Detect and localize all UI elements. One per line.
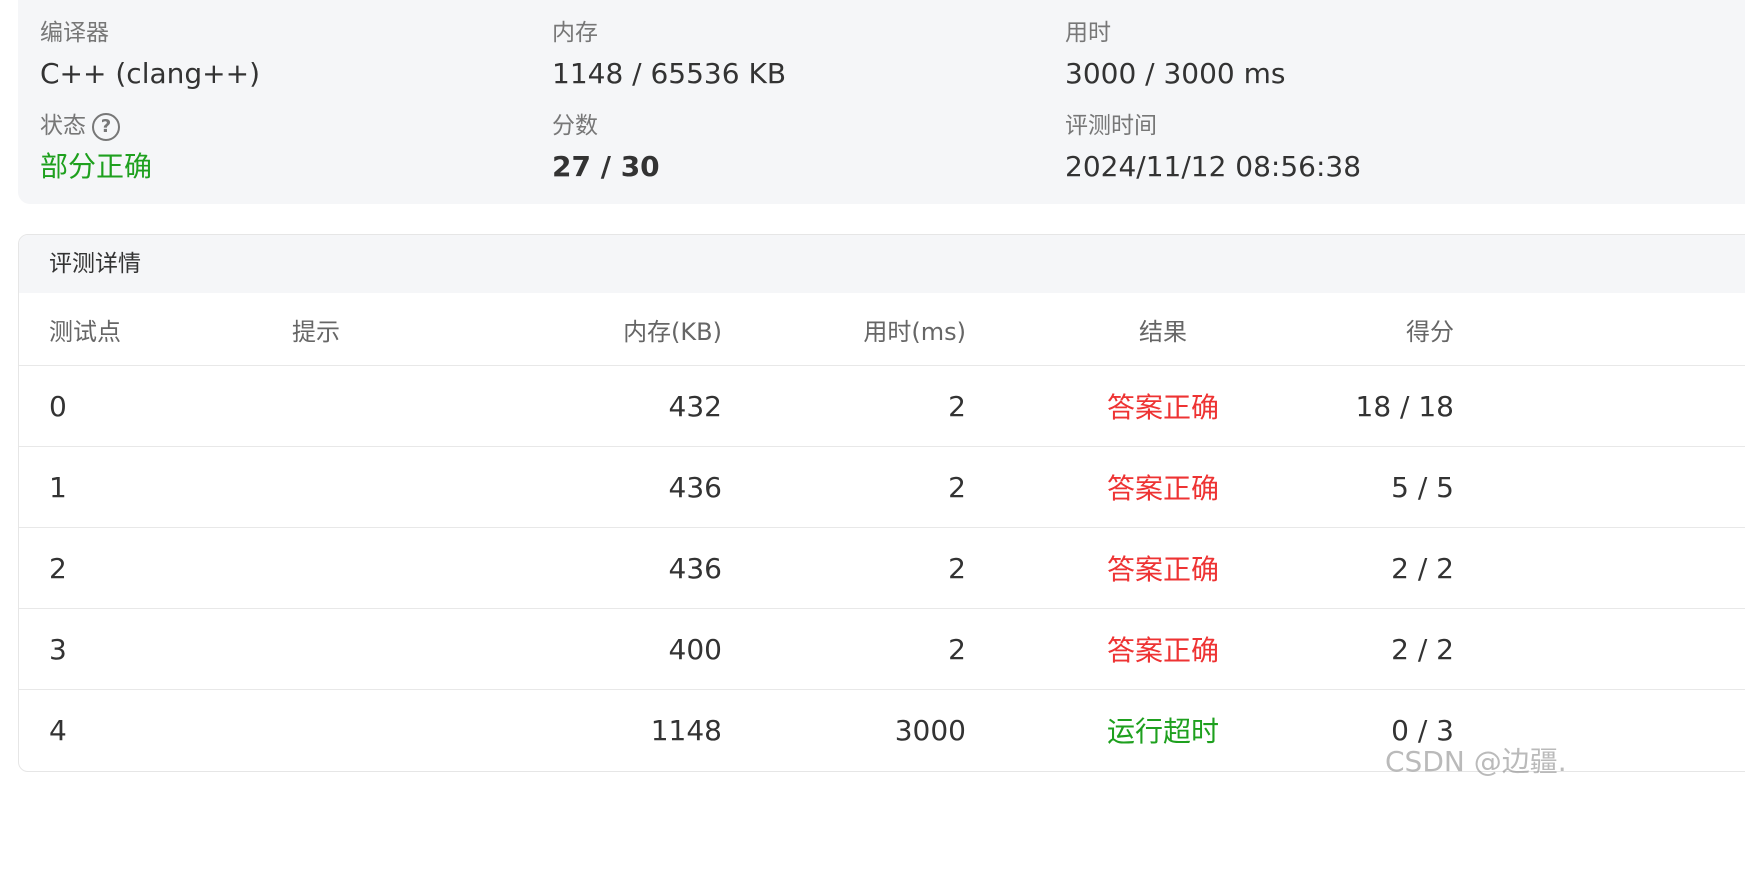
cell-score: 2 / 2 <box>1391 632 1454 666</box>
cell-result: 答案正确 <box>1106 634 1219 667</box>
col-header-test-point: 测试点 <box>49 317 121 346</box>
judge-time-field: 评测时间 2024/11/12 08:56:38 <box>1065 111 1361 185</box>
details-title: 评测详情 <box>19 235 1745 293</box>
judge-time-value: 2024/11/12 08:56:38 <box>1065 150 1362 183</box>
status-label-row: 状态? <box>40 111 152 141</box>
compiler-label: 编译器 <box>40 20 109 46</box>
col-header-time: 用时(ms) <box>863 317 966 346</box>
time-label: 用时 <box>1065 20 1111 46</box>
cell-time: 3000 <box>894 713 966 747</box>
col-header-result: 结果 <box>1139 317 1187 346</box>
cell-time: 2 <box>948 389 966 423</box>
cell-result: 答案正确 <box>1106 472 1219 505</box>
cell-test-point: 3 <box>49 632 67 666</box>
cell-memory: 432 <box>668 389 722 423</box>
status-value: 部分正确 <box>40 150 153 183</box>
cell-memory: 436 <box>668 470 722 504</box>
cell-result: 运行超时 <box>1106 715 1219 748</box>
status-label: 状态 <box>40 113 86 139</box>
judge-time-label: 评测时间 <box>1065 113 1157 139</box>
col-header-memory: 内存(KB) <box>623 317 722 346</box>
memory-label: 内存 <box>552 20 598 46</box>
compiler-field: 编译器 C++ (clang++) <box>40 18 260 92</box>
cell-test-point: 2 <box>49 551 67 585</box>
watermark-text: CSDN @边疆. <box>1385 745 1567 778</box>
table-row: 2 436 2 答案正确 2 / 2 <box>19 527 1745 608</box>
cell-time: 2 <box>948 551 966 585</box>
status-field: 状态? 部分正确 <box>40 111 152 185</box>
cell-score: 2 / 2 <box>1391 551 1454 585</box>
score-label: 分数 <box>552 113 598 139</box>
cell-memory: 400 <box>668 632 722 666</box>
score-field: 分数 27 / 30 <box>552 111 660 185</box>
cell-time: 2 <box>948 632 966 666</box>
cell-score: 5 / 5 <box>1391 470 1454 504</box>
col-header-hint: 提示 <box>292 317 340 346</box>
time-field: 用时 3000 / 3000 ms <box>1065 18 1286 92</box>
cell-score: 18 / 18 <box>1355 389 1455 423</box>
question-circle-icon[interactable]: ? <box>92 112 120 141</box>
score-value: 27 / 30 <box>552 150 660 183</box>
cell-result: 答案正确 <box>1106 391 1219 424</box>
cell-test-point: 1 <box>49 470 67 504</box>
time-value: 3000 / 3000 ms <box>1065 57 1286 90</box>
compiler-value: C++ (clang++) <box>40 57 260 90</box>
cell-time: 2 <box>948 470 966 504</box>
judge-details-panel: 评测详情 测试点 提示 内存(KB) 用时(ms) 结果 得分 0 432 2 … <box>18 234 1745 772</box>
memory-field: 内存 1148 / 65536 KB <box>552 18 786 92</box>
cell-result: 答案正确 <box>1106 553 1219 586</box>
table-row: 3 400 2 答案正确 2 / 2 <box>19 608 1745 689</box>
cell-memory: 1148 <box>650 713 722 747</box>
table-header-row: 测试点 提示 内存(KB) 用时(ms) 结果 得分 <box>19 293 1745 365</box>
table-row: 1 436 2 答案正确 5 / 5 <box>19 446 1745 527</box>
cell-test-point: 0 <box>49 389 67 423</box>
submission-summary-panel: 编译器 C++ (clang++) 内存 1148 / 65536 KB 用时 … <box>18 0 1745 204</box>
table-row: 0 432 2 答案正确 18 / 18 <box>19 365 1745 446</box>
cell-memory: 436 <box>668 551 722 585</box>
memory-value: 1148 / 65536 KB <box>552 57 787 90</box>
cell-test-point: 4 <box>49 713 67 747</box>
col-header-score: 得分 <box>1406 317 1454 346</box>
